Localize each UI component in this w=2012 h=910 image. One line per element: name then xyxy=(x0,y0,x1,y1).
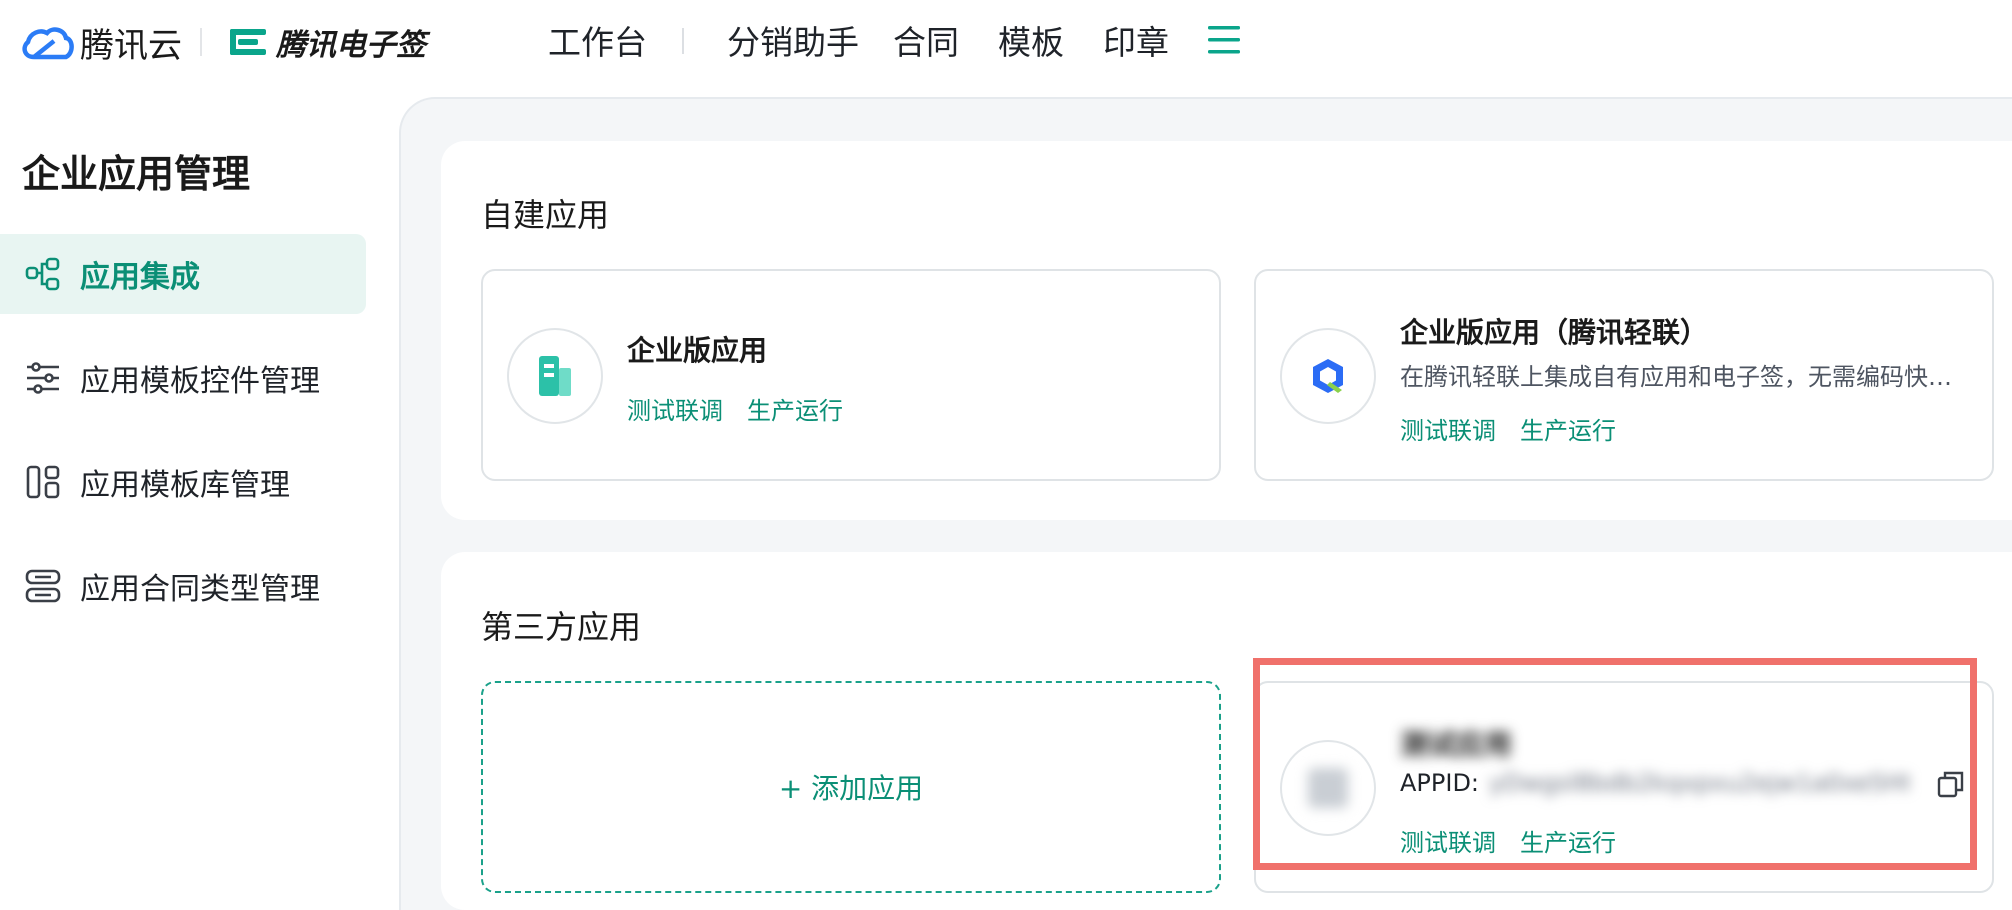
nav-workbench[interactable]: 工作台 xyxy=(548,18,647,62)
add-app-button[interactable]: + 添加应用 xyxy=(481,681,1221,893)
sidebar-item-label: 应用集成 xyxy=(80,260,200,295)
qinglian-logo-icon xyxy=(1280,328,1376,424)
app-name: 测试应用 xyxy=(1400,728,1513,761)
app-card-enterprise[interactable]: 企业版应用 测试联调 生产运行 xyxy=(481,269,1221,481)
sidebar-title: 企业应用管理 xyxy=(22,152,251,196)
contract-type-icon xyxy=(24,567,62,605)
sidebar-item-app-integration[interactable]: 应用集成 xyxy=(0,234,366,314)
add-app-label: + 添加应用 xyxy=(778,772,924,805)
sliders-icon xyxy=(24,359,62,397)
production-run-link[interactable]: 生产运行 xyxy=(1520,411,1616,446)
sidebar-item-template-controls[interactable]: 应用模板控件管理 xyxy=(0,338,366,418)
test-debug-link[interactable]: 测试联调 xyxy=(1400,823,1496,858)
app-card-third-party[interactable]: 测试应用 APPID: yDwgsl8bdb2kqxpxu2ejw1a0xe5H… xyxy=(1254,681,1994,893)
third-party-section-title: 第三方应用 xyxy=(481,608,642,646)
product-name: 腾讯电子签 xyxy=(276,28,426,63)
sidebar-item-label: 应用模板库管理 xyxy=(80,468,290,503)
tencent-cloud-brand[interactable]: 腾讯云 xyxy=(20,18,182,67)
integration-icon xyxy=(24,255,62,293)
brand-name: 腾讯云 xyxy=(80,26,182,66)
self-built-section-title: 自建应用 xyxy=(481,196,610,234)
sidebar-item-label: 应用合同类型管理 xyxy=(80,572,320,607)
app-description: 在腾讯轻联上集成自有应用和电子签，无需编码快速实现 xyxy=(1400,363,1960,391)
app-name: 企业版应用 xyxy=(627,334,768,367)
nav-divider xyxy=(682,28,684,54)
top-navigation-bar: 腾讯云 腾讯电子签 工作台 分销助手 合同 模板 印章 xyxy=(0,0,2012,82)
sidebar-item-label: 应用模板控件管理 xyxy=(80,364,320,399)
tencent-cloud-logo-icon xyxy=(22,26,74,59)
production-run-link[interactable]: 生产运行 xyxy=(747,391,843,426)
copy-icon[interactable] xyxy=(1936,769,1966,799)
library-icon xyxy=(24,463,62,501)
app-name: 企业版应用（腾讯轻联） xyxy=(1400,316,1709,349)
app-avatar-icon xyxy=(1280,740,1376,836)
test-debug-link[interactable]: 测试联调 xyxy=(627,391,723,426)
nav-distribution-assistant[interactable]: 分销助手 xyxy=(727,18,859,62)
test-debug-link[interactable]: 测试联调 xyxy=(1400,411,1496,446)
esign-product-brand[interactable]: 腾讯电子签 xyxy=(228,20,426,64)
building-icon xyxy=(507,328,603,424)
app-card-qinglian[interactable]: 企业版应用（腾讯轻联） 在腾讯轻联上集成自有应用和电子签，无需编码快速实现 测试… xyxy=(1254,269,1994,481)
appid-value: yDwgsl8bdb2kqxpxu2ejw1a0xe5HtHc3dnjf xyxy=(1489,769,1910,797)
appid-label: APPID: xyxy=(1400,769,1480,797)
nav-templates[interactable]: 模板 xyxy=(998,18,1064,62)
production-run-link[interactable]: 生产运行 xyxy=(1520,823,1616,858)
sidebar-item-template-library[interactable]: 应用模板库管理 xyxy=(0,442,366,522)
brand-divider xyxy=(200,28,202,56)
esign-logo-icon xyxy=(230,29,266,55)
more-menu-icon[interactable] xyxy=(1204,20,1244,60)
nav-seals[interactable]: 印章 xyxy=(1103,18,1169,62)
nav-contracts[interactable]: 合同 xyxy=(893,18,959,62)
sidebar-item-contract-types[interactable]: 应用合同类型管理 xyxy=(0,546,366,626)
